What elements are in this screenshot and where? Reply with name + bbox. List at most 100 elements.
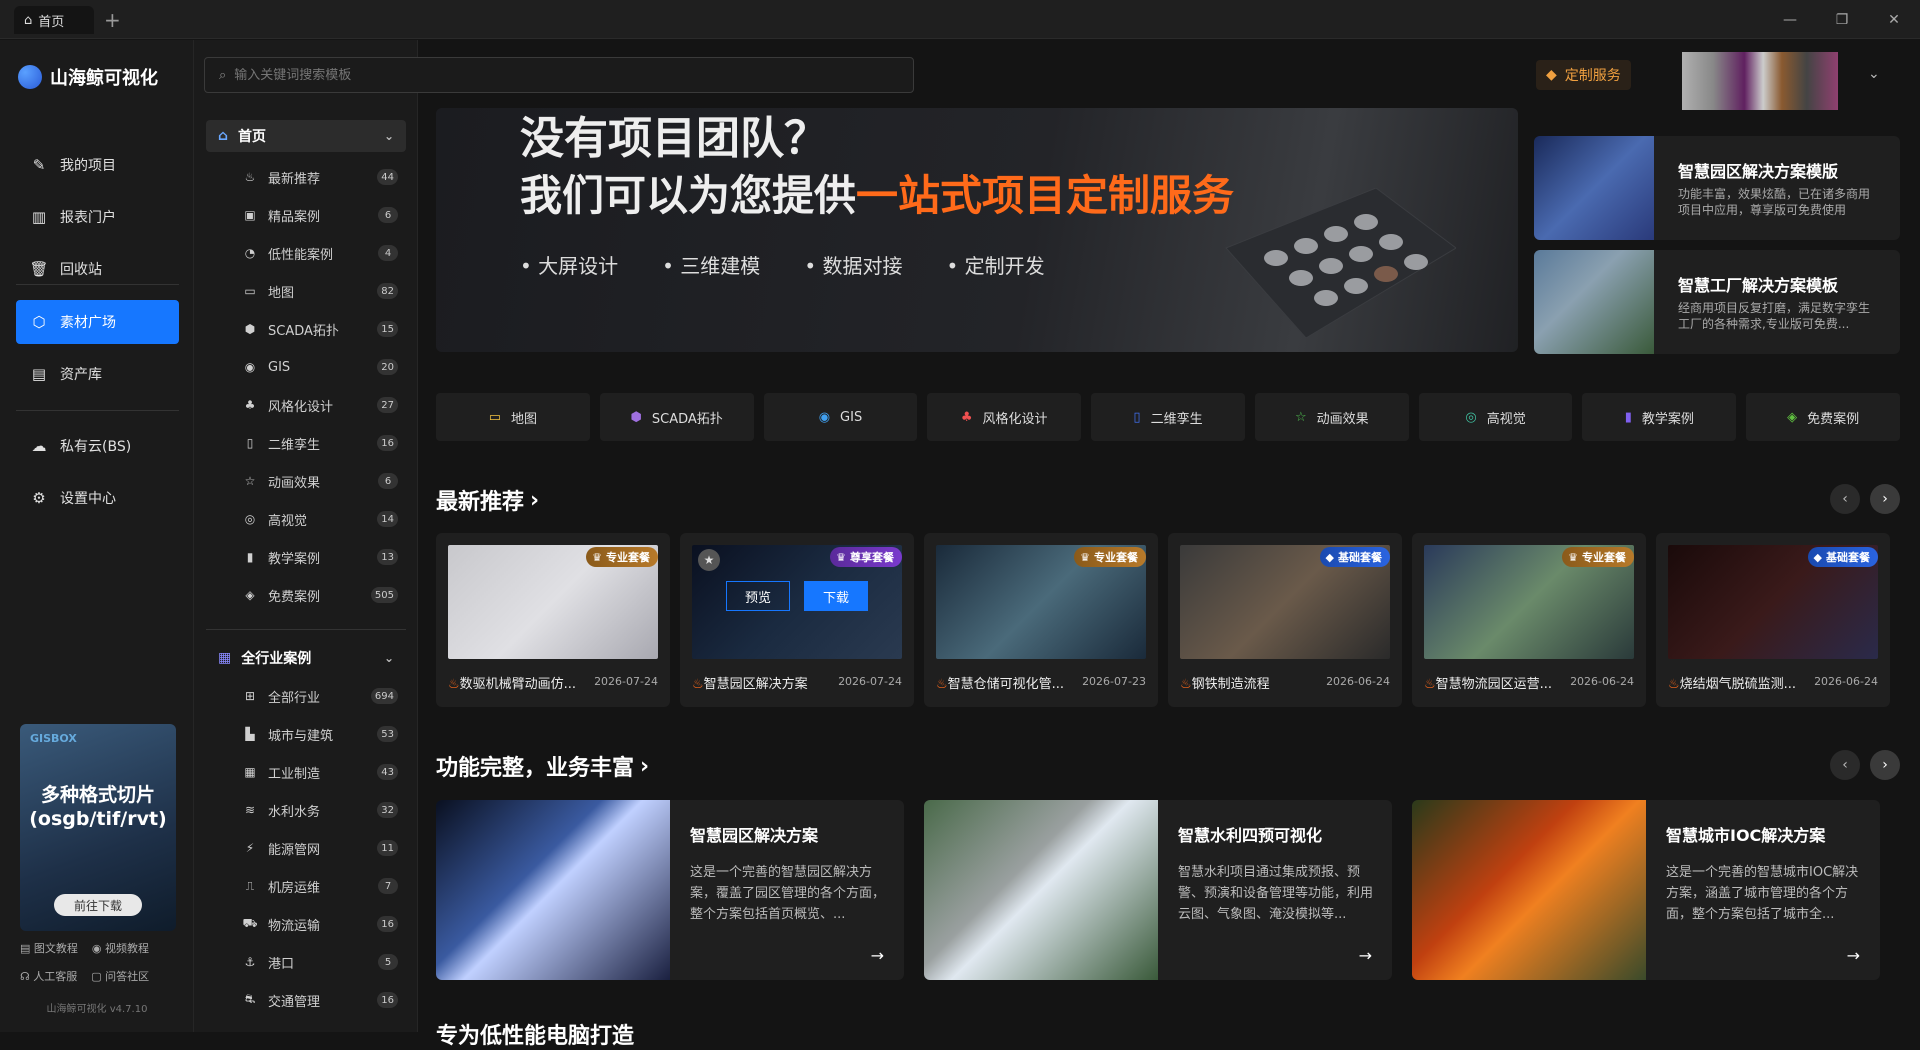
quick-tab[interactable]: ▭ 地图 [436, 393, 590, 441]
category-item[interactable]: ◉ GIS 20 [242, 352, 398, 382]
side-template-card[interactable]: 智慧工厂解决方案模板 经商用项目反复打磨，满足数字孪生工厂的各种需求,专业版可免… [1534, 250, 1900, 354]
category-item[interactable]: ▦ 工业制造 43 [242, 757, 398, 787]
quick-tab[interactable]: ◈ 免费案例 [1746, 393, 1901, 441]
quick-tab[interactable]: ▮ 教学案例 [1582, 393, 1737, 441]
template-name-text: 智慧仓储可视化管... [947, 677, 1065, 692]
nav-private-cloud[interactable]: ☁ 私有云(BS) [16, 424, 179, 468]
solution-card[interactable]: 智慧水利四预可视化 智慧水利项目通过集成预报、预警、预演和设备管理等功能，利用云图… [924, 800, 1392, 980]
gisbox-promo[interactable]: GISBOX 多种格式切片 (osgb/tif/rvt) 前往下载 [20, 724, 176, 931]
category-item[interactable]: ⛟ 物流运输 16 [242, 909, 398, 939]
category-item[interactable]: ♨ 最新推荐 44 [242, 162, 398, 192]
template-card[interactable]: ◆ 基础套餐 ♨烧结烟气脱硫监测... 2026-06-24 [1656, 533, 1890, 707]
template-name: ♨烧结烟气脱硫监测... [1668, 673, 1818, 692]
category-icon: ▙ [245, 727, 255, 741]
category-item[interactable]: ▯ 二维孪生 16 [242, 428, 398, 458]
section-latest-title[interactable]: 最新推荐 › [436, 484, 539, 516]
chevron-down-icon[interactable]: ⌄ [1868, 66, 1880, 82]
template-name: ♨钢铁制造流程 [1180, 673, 1330, 692]
next-button[interactable]: › [1870, 484, 1900, 514]
category-item[interactable]: ≋ 水利水务 32 [242, 795, 398, 825]
divider [16, 410, 179, 411]
promo-download-button[interactable]: 前往下载 [54, 894, 142, 916]
category-item[interactable]: ⚡ 能源管网 11 [242, 833, 398, 863]
quick-tab[interactable]: ◎ 高视觉 [1418, 393, 1573, 441]
category-item[interactable]: ⊞ 全部行业 694 [242, 681, 398, 711]
template-card[interactable]: ♛ 专业套餐 ♨智慧物流园区运营... 2026-06-24 [1412, 533, 1646, 707]
badge-label: 专业套餐 [1582, 551, 1626, 564]
template-card[interactable]: ♛ 专业套餐 ♨智慧仓储可视化管... 2026-07-23 [924, 533, 1158, 707]
quick-tab[interactable]: ♣ 风格化设计 [927, 393, 1082, 441]
plan-badge: ♛ 专业套餐 [1562, 547, 1634, 567]
star-icon[interactable]: ★ [698, 549, 720, 571]
template-name: ♨智慧仓储可视化管... [936, 673, 1086, 692]
restore-button[interactable]: ❐ [1816, 0, 1868, 39]
template-card[interactable]: ♛ 专业套餐 ♨数驱机械臂动画仿... 2026-07-24 [436, 533, 670, 707]
template-card[interactable]: ♛ 尊享套餐 ♨智慧园区解决方案 2026-07-24 ★ 预览 下载 [680, 533, 914, 707]
feature-item: • 定制开发 [946, 254, 1045, 278]
category-item[interactable]: ⚓ 港口 5 [242, 947, 398, 977]
category-item[interactable]: ☆ 动画效果 6 [242, 466, 398, 496]
arrow-right-icon[interactable]: → [1847, 946, 1860, 965]
nav-report-portal[interactable]: ▥ 报表门户 [16, 195, 179, 239]
section-features-title[interactable]: 功能完整，业务丰富 › [436, 750, 649, 782]
category-item[interactable]: ◈ 免费案例 505 [242, 580, 398, 610]
group-home[interactable]: ⌂ 首页 ⌄ [206, 120, 406, 152]
category-count: 7 [378, 878, 398, 894]
section-low-perf-title[interactable]: 专为低性能电脑打造 [436, 1018, 634, 1050]
custom-service-button[interactable]: ◆ 定制服务 [1536, 60, 1631, 90]
category-label: 风格化设计 [268, 399, 334, 415]
quick-tab[interactable]: ☆ 动画效果 [1254, 393, 1409, 441]
category-count: 13 [377, 549, 398, 565]
custom-service-banner[interactable]: 没有项目团队？ 我们可以为您提供一站式项目定制服务 • 大屏设计 • 三维建模 … [436, 108, 1518, 352]
search-input[interactable] [234, 67, 875, 83]
tab-home[interactable]: ⌂ 首页 [14, 6, 94, 34]
nav-my-projects[interactable]: ✎ 我的项目 [16, 143, 179, 187]
minimize-button[interactable]: — [1764, 0, 1816, 39]
nav-material-plaza[interactable]: ⬡ 素材广场 [16, 300, 179, 344]
docs-link[interactable]: ▤ 图文教程 [20, 940, 78, 956]
category-item[interactable]: ▭ 地图 82 [242, 276, 398, 306]
arrow-right-icon[interactable]: → [1359, 946, 1372, 965]
category-icon: ▣ [244, 208, 256, 222]
close-button[interactable]: ✕ [1868, 0, 1920, 39]
preview-button[interactable]: 预览 [726, 581, 790, 611]
solution-card[interactable]: 智慧园区解决方案 这是一个完善的智慧园区解决方案，覆盖了园区管理的各个方面，整个方… [436, 800, 904, 980]
template-card[interactable]: ◆ 基础套餐 ♨钢铁制造流程 2026-06-24 [1168, 533, 1402, 707]
category-item[interactable]: ⛐ 交通管理 16 [242, 985, 398, 1015]
quick-tab[interactable]: ▯ 二维孪生 [1091, 393, 1245, 441]
category-item[interactable]: ◔ 低性能案例 4 [242, 238, 398, 268]
side-template-card[interactable]: 智慧园区解决方案模版 功能丰富，效果炫酷，已在诸多商用项目中应用，尊享版可免费使… [1534, 136, 1900, 240]
category-label: SCADA拓扑 [268, 323, 339, 339]
crown-icon: ♛ [592, 550, 602, 564]
category-item[interactable]: ⬢ SCADA拓扑 15 [242, 314, 398, 344]
prev-button[interactable]: ‹ [1830, 750, 1860, 780]
quick-tab[interactable]: ⬢ SCADA拓扑 [599, 393, 754, 441]
category-item[interactable]: ▙ 城市与建筑 53 [242, 719, 398, 749]
category-item[interactable]: ⎍ 机房运维 7 [242, 871, 398, 901]
arrow-right-icon[interactable]: → [871, 946, 884, 965]
template-date: 2026-07-24 [594, 675, 658, 688]
nav-settings[interactable]: ⚙ 设置中心 [16, 476, 179, 520]
solution-card[interactable]: 智慧城市IOC解决方案 这是一个完善的智慧城市IOC解决方案，涵盖了城市管理的各个… [1412, 800, 1880, 980]
category-item[interactable]: ▣ 精品案例 6 [242, 200, 398, 230]
new-tab-button[interactable]: + [104, 8, 121, 32]
nav-asset-library[interactable]: ▤ 资产库 [16, 352, 179, 396]
nav-label: 私有云(BS) [60, 439, 132, 455]
category-count: 27 [377, 397, 398, 413]
quick-tab-label: 高视觉 [1486, 411, 1526, 427]
quick-tab[interactable]: ◉ GIS [763, 393, 918, 441]
prev-button[interactable]: ‹ [1830, 484, 1860, 514]
category-item[interactable]: ▮ 教学案例 13 [242, 542, 398, 572]
download-button[interactable]: 下载 [804, 581, 868, 611]
next-button[interactable]: › [1870, 750, 1900, 780]
category-item[interactable]: ◎ 高视觉 14 [242, 504, 398, 534]
quick-tab-label: 教学案例 [1641, 411, 1694, 427]
support-link[interactable]: ☊ 人工客服 [20, 968, 77, 984]
user-avatar[interactable] [1682, 52, 1838, 110]
chevron-right-icon: › [530, 487, 540, 513]
category-item[interactable]: ♣ 风格化设计 27 [242, 390, 398, 420]
community-link[interactable]: ▢ 问答社区 [91, 968, 149, 984]
category-count: 32 [377, 802, 398, 818]
video-link[interactable]: ◉ 视频教程 [92, 940, 149, 956]
group-all-industries[interactable]: ▦ 全行业案例 ⌄ [206, 642, 406, 674]
